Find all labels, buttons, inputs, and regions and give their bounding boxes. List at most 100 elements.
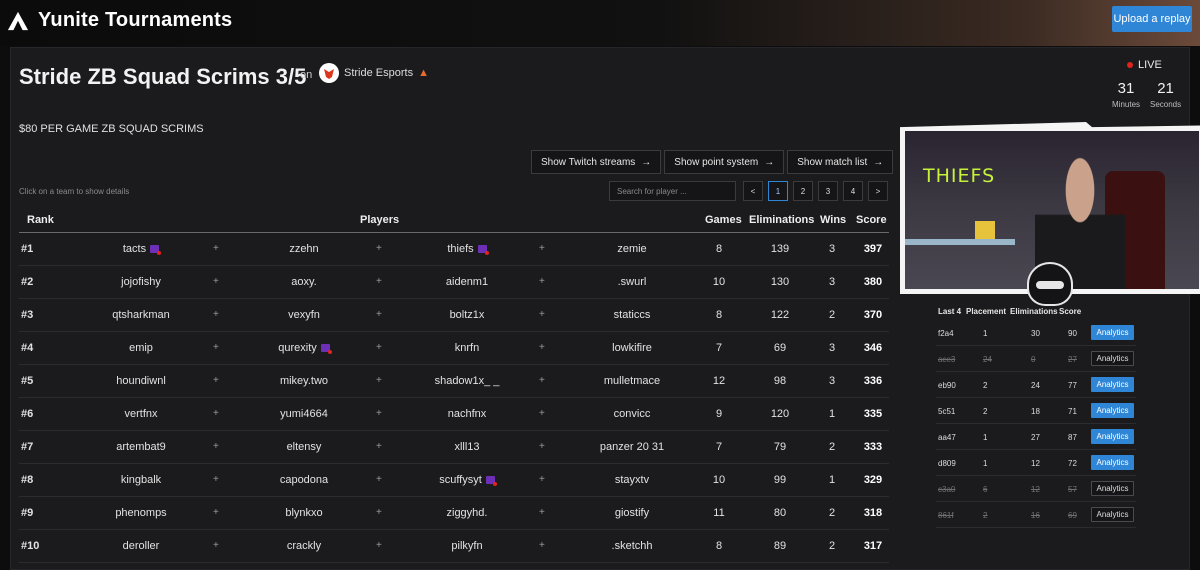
leaderboard-table: Rank Players Games Eliminations Wins Sco… bbox=[19, 206, 889, 563]
player-3-cell-text: xlll13 bbox=[454, 441, 480, 453]
twitch-live-icon[interactable] bbox=[150, 245, 162, 255]
player-3-cell: thiefs bbox=[407, 243, 527, 255]
eliminations-cell: 139 bbox=[765, 243, 795, 255]
eliminations-cell: 79 bbox=[765, 441, 795, 453]
analytics-button[interactable]: Analytics bbox=[1091, 481, 1134, 496]
eliminations-cell: 16 bbox=[1031, 511, 1040, 520]
team-detail-header: Last 4 Placement Eliminations Score bbox=[936, 306, 1136, 320]
brand[interactable]: Yunite Tournaments bbox=[7, 9, 232, 32]
plus-separator: + bbox=[376, 276, 382, 287]
team-row[interactable]: #7 artembat9 + eltensy + xlll13 + panzer 20 31 7… bbox=[19, 431, 889, 464]
wins-cell-text: 1 bbox=[828, 408, 836, 420]
team-row[interactable]: #2 jojofishy + aoxy. + aidenm1 + .swurl 10 130 3 38… bbox=[19, 266, 889, 299]
rank-cell: #7 bbox=[21, 441, 33, 453]
analytics-button[interactable]: Analytics bbox=[1091, 507, 1134, 522]
player-4-cell: mulletmace bbox=[572, 375, 692, 387]
placement-cell: 1 bbox=[983, 433, 988, 442]
player-2-cell-text: aoxy. bbox=[291, 276, 317, 288]
games-cell: 8 bbox=[709, 243, 729, 255]
analytics-button[interactable]: Analytics bbox=[1091, 377, 1134, 392]
team-row[interactable]: #6 vertfnx + yumi4664 + nachfnx + convicc 9 120 1 3… bbox=[19, 398, 889, 431]
team-row[interactable]: #10 deroller + crackly + pilkyfn + .sketchh 8 89 2… bbox=[19, 530, 889, 563]
plus-separator: + bbox=[539, 243, 545, 254]
bandit-mask-icon bbox=[1027, 262, 1073, 306]
player-1-cell: tacts bbox=[81, 243, 201, 255]
player-3-cell: nachfnx bbox=[407, 408, 527, 420]
rank-cell: #8 bbox=[21, 474, 33, 486]
games-cell-text: 8 bbox=[715, 243, 723, 255]
analytics-button[interactable]: Analytics bbox=[1091, 403, 1134, 418]
player-4-cell-text: .sketchh bbox=[611, 540, 653, 552]
player-1-cell-text: qtsharkman bbox=[112, 309, 170, 321]
show-point-system-button[interactable]: Show point system → bbox=[664, 150, 785, 174]
wins-cell-text: 3 bbox=[828, 243, 836, 255]
match-row: 861f 2 16 69 Analytics bbox=[936, 502, 1136, 528]
prev-page-button[interactable]: < bbox=[743, 181, 763, 201]
page-2-button[interactable]: 2 bbox=[793, 181, 813, 201]
score-cell: 397 bbox=[859, 243, 887, 255]
match-id-cell: f2a4 bbox=[938, 329, 954, 338]
plus-separator-text: + bbox=[376, 309, 382, 320]
twitch-live-icon[interactable] bbox=[485, 476, 497, 486]
score-cell: 77 bbox=[1068, 381, 1077, 390]
games-header: Games bbox=[705, 214, 742, 226]
eliminations-cell: 120 bbox=[765, 408, 795, 420]
plus-separator: + bbox=[213, 540, 219, 551]
player-4-cell-text: zemie bbox=[617, 243, 647, 255]
player-3-cell: knrfn bbox=[407, 342, 527, 354]
player-4-cell: .swurl bbox=[572, 276, 692, 288]
player-2-cell-text: zzehn bbox=[289, 243, 319, 255]
player-4-cell-text: panzer 20 31 bbox=[599, 441, 665, 453]
plus-separator-text: + bbox=[213, 342, 219, 353]
wins-cell: 3 bbox=[826, 243, 838, 255]
rank-cell: #10 bbox=[21, 540, 39, 552]
player-4-cell-text: giostify bbox=[614, 507, 650, 519]
analytics-button[interactable]: Analytics bbox=[1091, 325, 1134, 340]
rank-cell-text: #3 bbox=[21, 309, 34, 321]
player-4-cell-text: lowkifire bbox=[612, 342, 652, 354]
next-page-button[interactable]: > bbox=[868, 181, 888, 201]
webcam-wall-text: THIEFS bbox=[923, 165, 996, 187]
eliminations-cell: 0 bbox=[1031, 355, 1036, 364]
team-row[interactable]: #3 qtsharkman + vexyfn + boltz1x + staticcs 8 122… bbox=[19, 299, 889, 332]
analytics-button[interactable]: Analytics bbox=[1091, 351, 1134, 366]
team-row[interactable]: #4 emip + qurexity + knrfn + lowkifire 7 69 3 346 bbox=[19, 332, 889, 365]
page-4-button[interactable]: 4 bbox=[843, 181, 863, 201]
player-1-cell-text: emip bbox=[129, 342, 153, 354]
analytics-button[interactable]: Analytics bbox=[1091, 429, 1134, 444]
player-2-cell: aoxy. bbox=[244, 276, 364, 288]
plus-separator: + bbox=[213, 375, 219, 386]
analytics-button[interactable]: Analytics bbox=[1091, 455, 1134, 470]
rank-cell: #2 bbox=[21, 276, 33, 288]
player-1-cell: houndiwnl bbox=[81, 375, 201, 387]
eliminations-cell: 18 bbox=[1031, 407, 1040, 416]
organizer-link[interactable]: Stride Esports ▲ bbox=[319, 63, 429, 83]
player-search-input[interactable] bbox=[609, 181, 736, 201]
games-cell-text: 9 bbox=[715, 408, 723, 420]
team-row[interactable]: #5 houndiwnl + mikey.two + shadow1x_ _ + mullet… bbox=[19, 365, 889, 398]
show-match-list-button[interactable]: Show match list → bbox=[787, 150, 894, 174]
twitch-live-icon[interactable] bbox=[320, 344, 332, 354]
team-row[interactable]: #8 kingbalk + capodona + scuffysyt + stayxtv 10 9… bbox=[19, 464, 889, 497]
upload-replay-button[interactable]: Upload a replay bbox=[1112, 6, 1192, 32]
player-3-cell-text: shadow1x_ _ bbox=[434, 375, 500, 387]
eliminations-cell-text: 120 bbox=[770, 408, 790, 420]
match-row: eb90 2 24 77 Analytics bbox=[936, 372, 1136, 398]
twitch-live-icon[interactable] bbox=[477, 245, 489, 255]
team-row[interactable]: #1 tacts + zzehn + thiefs + zemie 8 139 3 397 bbox=[19, 233, 889, 266]
wins-cell: 2 bbox=[826, 441, 838, 453]
show-twitch-streams-button[interactable]: Show Twitch streams → bbox=[531, 150, 662, 174]
webcam-figure bbox=[975, 221, 995, 239]
team-row[interactable]: #9 phenomps + blynkxo + ziggyhd. + giostify 11 80… bbox=[19, 497, 889, 530]
wins-cell-text: 2 bbox=[828, 441, 836, 453]
organizer-logo-icon bbox=[319, 63, 339, 83]
score-header: Score bbox=[856, 214, 887, 226]
player-4-cell: lowkifire bbox=[572, 342, 692, 354]
score-cell: 336 bbox=[859, 375, 887, 387]
placement-header: Placement bbox=[966, 307, 1007, 316]
rank-cell: #5 bbox=[21, 375, 33, 387]
rank-cell-text: #5 bbox=[21, 375, 34, 387]
page-1-button[interactable]: 1 bbox=[768, 181, 788, 201]
page-3-button[interactable]: 3 bbox=[818, 181, 838, 201]
player-4-cell: .sketchh bbox=[572, 540, 692, 552]
